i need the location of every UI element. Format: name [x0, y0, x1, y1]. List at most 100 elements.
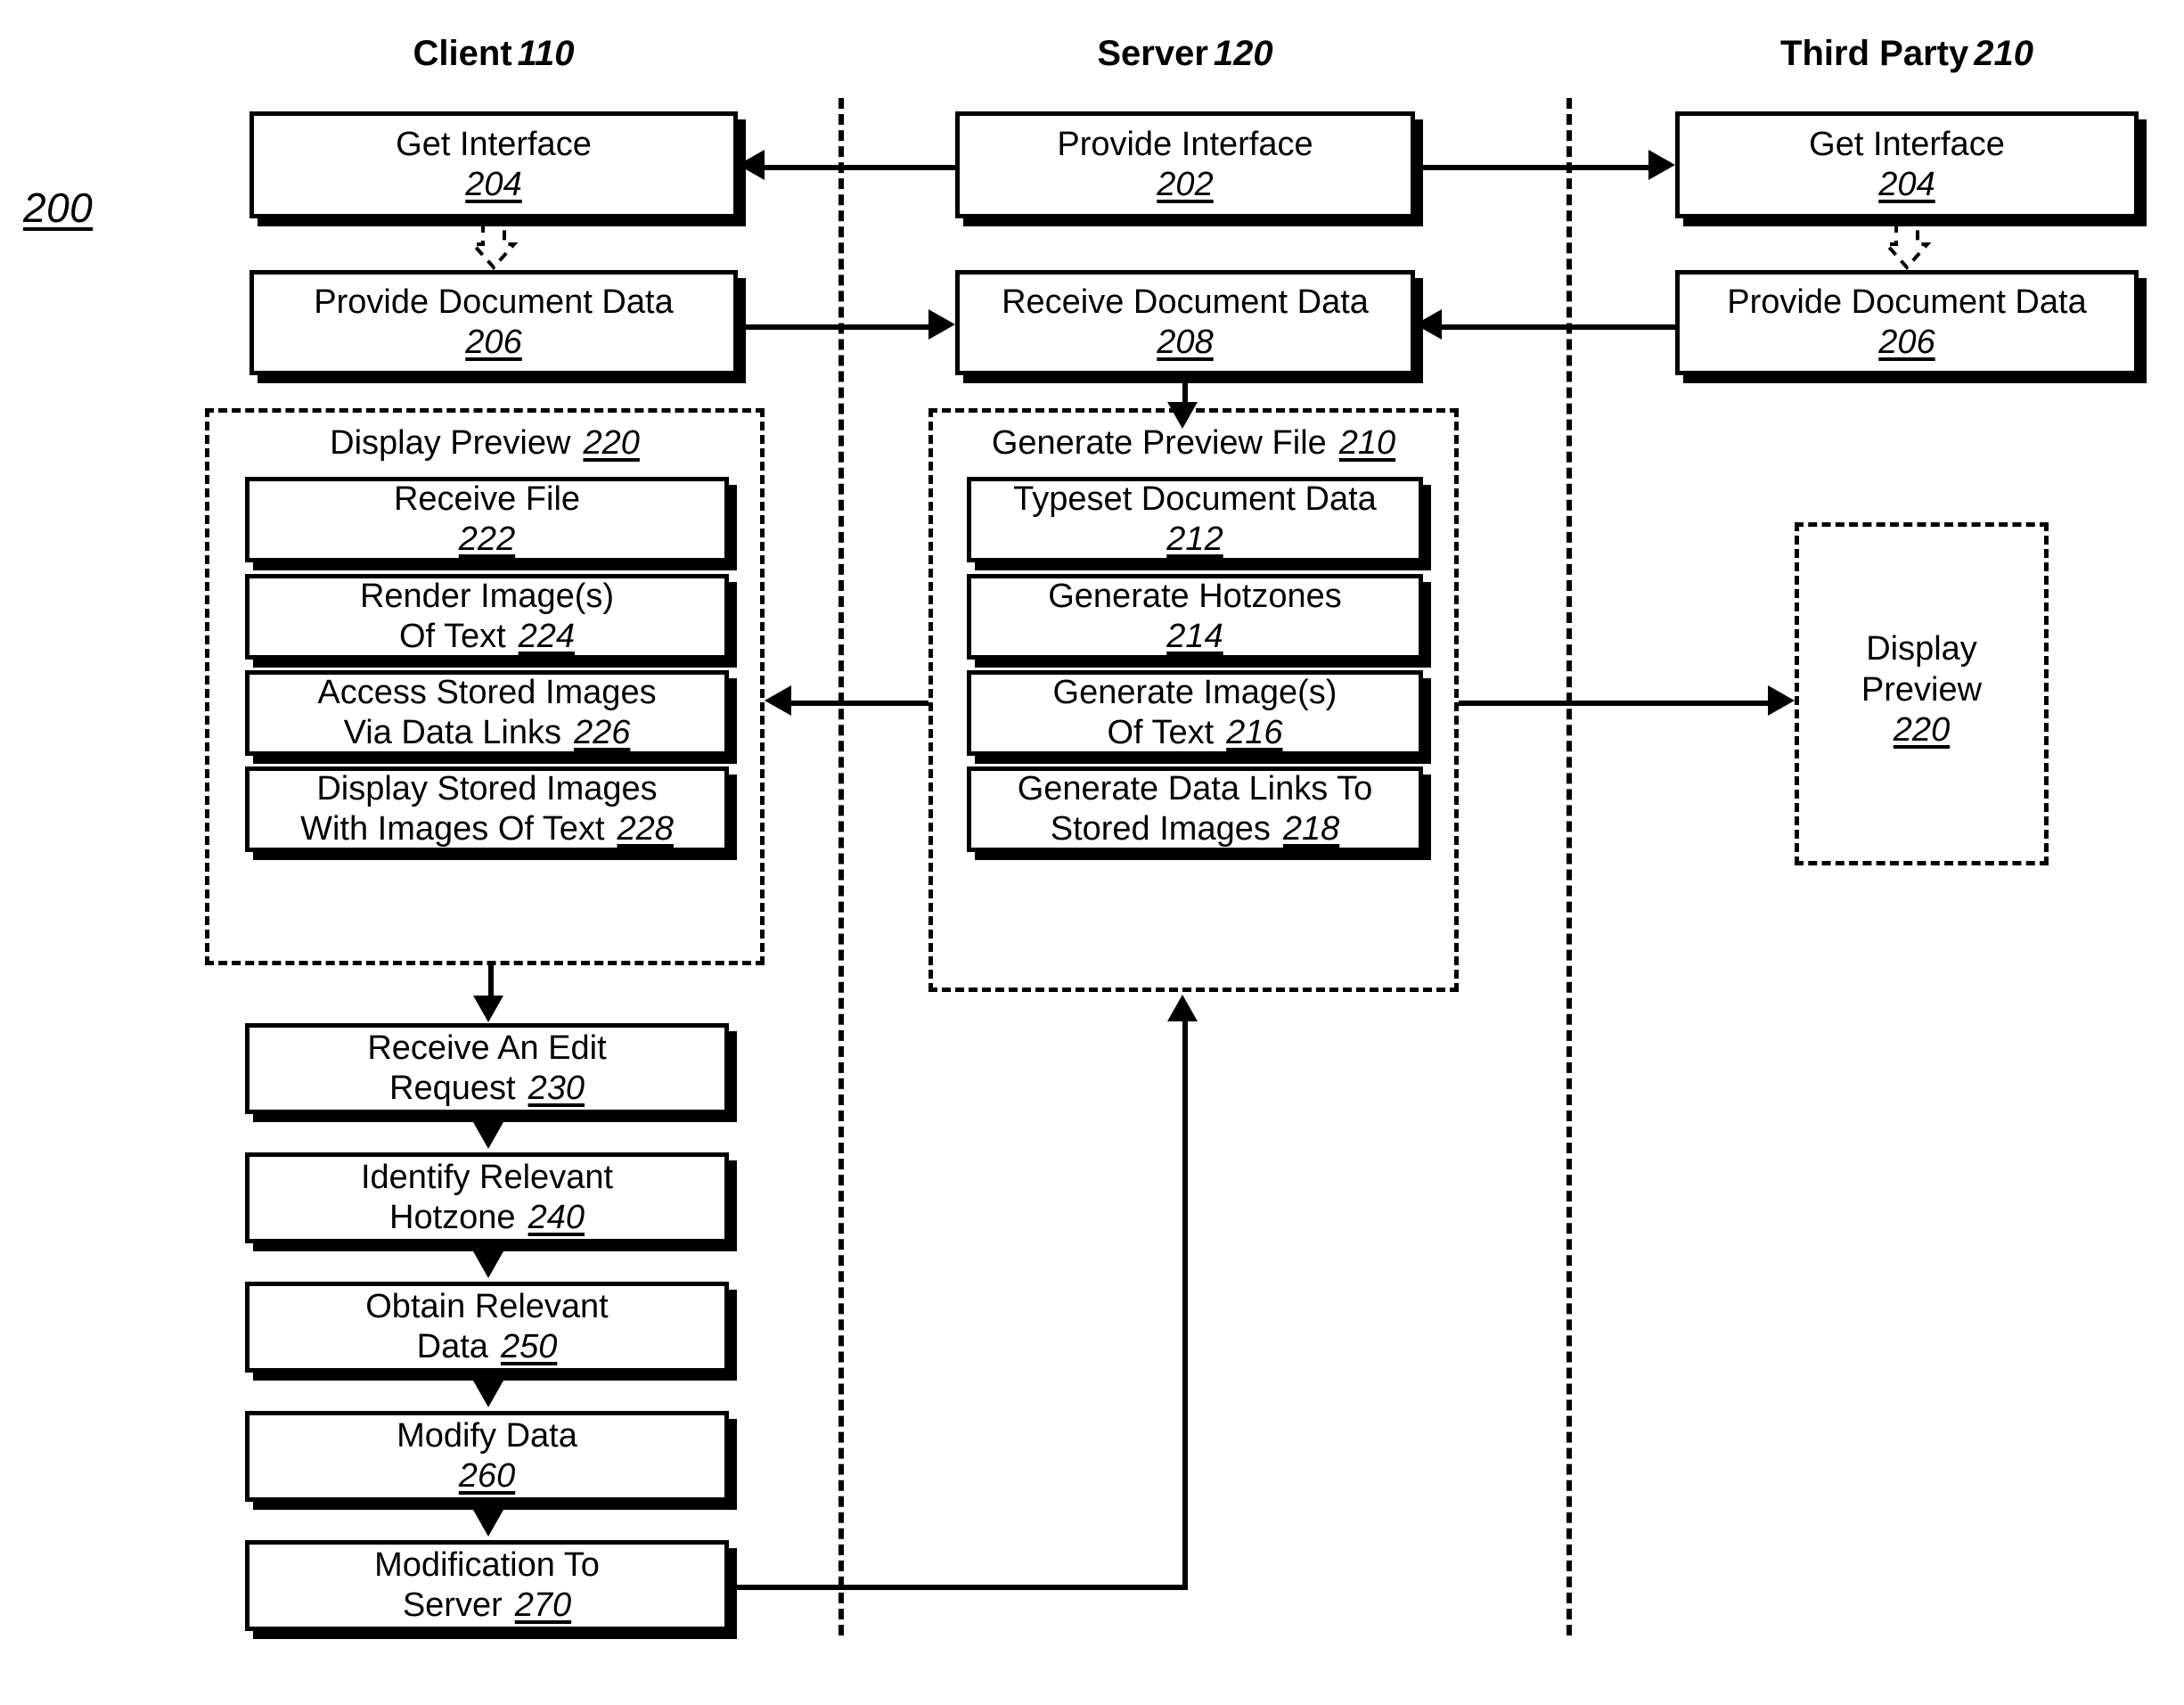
box-identify-relevant-hotzone-line1: Identify Relevant — [360, 1159, 614, 1197]
box-display-stored-images[interactable]: Display Stored Images With Images Of Tex… — [245, 766, 729, 852]
box-receive-document-data[interactable]: Receive Document Data 208 — [955, 270, 1415, 375]
arrowhead-230-to-240 — [473, 1122, 503, 1149]
arrowhead-to-display-preview-third-party — [1768, 685, 1795, 716]
box-generate-hotzones-ref: 214 — [1166, 618, 1223, 655]
box-modify-data[interactable]: Modify Data 260 — [245, 1411, 729, 1502]
arrowhead-260-to-270 — [473, 1510, 503, 1537]
dashed-connector-third-party-204-to-206 — [1880, 221, 1934, 271]
box-provide-interface-ref: 202 — [1157, 166, 1214, 203]
box-get-interface-client[interactable]: Get Interface 204 — [249, 111, 738, 218]
box-modification-to-server-line2: Server 270 — [402, 1586, 572, 1624]
arrowhead-240-to-250 — [473, 1251, 503, 1278]
box-identify-relevant-hotzone-line2: Hotzone 240 — [389, 1199, 585, 1236]
lane-ref-client: 110 — [517, 34, 575, 73]
box-display-stored-images-line2: With Images Of Text 228 — [300, 810, 674, 848]
lane-title-third-party: Third Party — [1780, 34, 1969, 73]
lane-ref-server: 120 — [1213, 34, 1273, 73]
group-generate-preview-file-label: Generate Preview File — [991, 424, 1327, 462]
arrowhead-to-display-preview-client — [765, 685, 791, 716]
box-get-interface-client-line1: Get Interface — [396, 126, 592, 164]
box-receive-document-data-ref: 208 — [1157, 324, 1214, 361]
box-generate-data-links[interactable]: Generate Data Links To Stored Images 218 — [967, 766, 1423, 852]
box-render-images-of-text-line2: Of Text 224 — [398, 618, 576, 655]
group-display-preview-third-party-ref: 220 — [1893, 711, 1951, 750]
box-modify-data-ref: 260 — [458, 1457, 516, 1495]
connector-third-party-206-to-208 — [1442, 324, 1675, 330]
lane-header-client: Client 110 — [249, 36, 738, 71]
box-provide-document-data-client-ref: 206 — [465, 324, 522, 361]
flowchart-figure: 200 Client 110 Server 120 Third Party 210 G… — [0, 0, 2184, 1705]
group-display-preview-client-ref: 220 — [583, 424, 640, 462]
box-provide-document-data-client-line1: Provide Document Data — [314, 283, 674, 322]
group-generate-preview-file-ref: 210 — [1338, 424, 1396, 462]
connector-provide-interface-to-client — [765, 165, 955, 170]
lane-header-third-party: Third Party 210 — [1675, 36, 2139, 71]
arrowhead-to-get-interface-third-party — [1648, 150, 1675, 180]
box-provide-interface-line1: Provide Interface — [1057, 126, 1313, 164]
box-provide-document-data-third-party[interactable]: Provide Document Data 206 — [1675, 270, 2139, 375]
box-receive-document-data-line1: Receive Document Data — [1002, 283, 1369, 322]
arrowhead-to-get-interface-client — [738, 150, 765, 180]
group-generate-preview-file-title: Generate Preview File 210 — [933, 424, 1454, 463]
arrowhead-feedback-to-generate-preview-file — [1167, 995, 1198, 1021]
box-typeset-document-data-line1: Typeset Document Data — [1013, 480, 1377, 519]
arrowhead-to-receive-document-data-right — [1415, 309, 1442, 340]
box-obtain-relevant-data-line2: Data 250 — [416, 1328, 558, 1365]
box-get-interface-client-ref: 204 — [465, 166, 522, 203]
box-receive-file[interactable]: Receive File 222 — [245, 477, 729, 562]
box-typeset-document-data[interactable]: Typeset Document Data 212 — [967, 477, 1423, 562]
box-receive-edit-request-line1: Receive An Edit — [367, 1029, 607, 1068]
group-display-preview-client-title: Display Preview 220 — [209, 424, 760, 463]
box-provide-document-data-third-party-line1: Provide Document Data — [1727, 283, 2087, 322]
box-receive-edit-request-line2: Request 230 — [389, 1070, 585, 1107]
box-generate-hotzones[interactable]: Generate Hotzones 214 — [967, 574, 1423, 660]
group-display-preview-client-label: Display Preview — [330, 424, 571, 462]
arrowhead-to-receive-edit-request — [473, 996, 503, 1022]
box-modify-data-line1: Modify Data — [397, 1417, 577, 1455]
group-display-preview-third-party: Display Preview 220 — [1795, 522, 2049, 865]
box-provide-interface[interactable]: Provide Interface 202 — [955, 111, 1415, 218]
connector-server-preview-to-third-party-preview — [1459, 701, 1768, 706]
box-identify-relevant-hotzone[interactable]: Identify Relevant Hotzone 240 — [245, 1152, 729, 1243]
figure-number: 200 — [23, 184, 94, 231]
box-modification-to-server[interactable]: Modification To Server 270 — [245, 1540, 729, 1631]
box-obtain-relevant-data-line1: Obtain Relevant — [365, 1288, 609, 1326]
connector-client-206-to-208 — [738, 324, 928, 330]
group-display-preview-third-party-line1: Display — [1866, 630, 1977, 668]
box-render-images-of-text-line1: Render Image(s) — [359, 578, 615, 616]
box-access-stored-images[interactable]: Access Stored Images Via Data Links 226 — [245, 670, 729, 756]
box-generate-images-of-text-line1: Generate Image(s) — [1052, 674, 1337, 712]
box-render-images-of-text[interactable]: Render Image(s) Of Text 224 — [245, 574, 729, 660]
feedback-path-horizontal-from-270 — [729, 1585, 1185, 1590]
box-get-interface-third-party-line1: Get Interface — [1809, 126, 2005, 164]
box-receive-edit-request[interactable]: Receive An Edit Request 230 — [245, 1023, 729, 1114]
arrowhead-to-receive-document-data-left — [928, 309, 955, 340]
box-receive-file-line1: Receive File — [393, 480, 581, 519]
box-generate-data-links-line1: Generate Data Links To — [1017, 770, 1373, 808]
box-generate-data-links-line2: Stored Images 218 — [1050, 810, 1340, 848]
box-receive-file-ref: 222 — [458, 521, 516, 558]
box-typeset-document-data-ref: 212 — [1166, 521, 1223, 558]
box-get-interface-third-party-ref: 204 — [1878, 166, 1935, 203]
box-get-interface-third-party[interactable]: Get Interface 204 — [1675, 111, 2139, 218]
dashed-connector-client-204-to-206 — [467, 221, 520, 271]
box-generate-hotzones-line1: Generate Hotzones — [1048, 578, 1342, 616]
box-access-stored-images-line1: Access Stored Images — [317, 674, 657, 712]
lane-title-server: Server — [1097, 34, 1208, 73]
connector-server-preview-to-client-preview — [791, 701, 928, 706]
connector-provide-interface-to-third-party — [1415, 165, 1648, 170]
group-display-preview-third-party-line2: Preview — [1861, 670, 1983, 709]
box-modification-to-server-line1: Modification To — [374, 1546, 600, 1585]
box-generate-images-of-text[interactable]: Generate Image(s) Of Text 216 — [967, 670, 1423, 756]
group-display-preview-third-party-text: Display Preview 220 — [1799, 629, 2044, 751]
feedback-path-vertical — [1182, 1021, 1188, 1590]
lane-header-server: Server 120 — [955, 36, 1415, 71]
lane-ref-third-party: 210 — [1974, 34, 2033, 73]
arrowhead-250-to-260 — [473, 1381, 503, 1407]
lane-title-client: Client — [413, 34, 512, 73]
box-provide-document-data-third-party-ref: 206 — [1878, 324, 1935, 361]
box-obtain-relevant-data[interactable]: Obtain Relevant Data 250 — [245, 1282, 729, 1373]
box-provide-document-data-client[interactable]: Provide Document Data 206 — [249, 270, 738, 375]
box-access-stored-images-line2: Via Data Links 226 — [343, 714, 631, 751]
box-generate-images-of-text-line2: Of Text 216 — [1107, 714, 1283, 751]
